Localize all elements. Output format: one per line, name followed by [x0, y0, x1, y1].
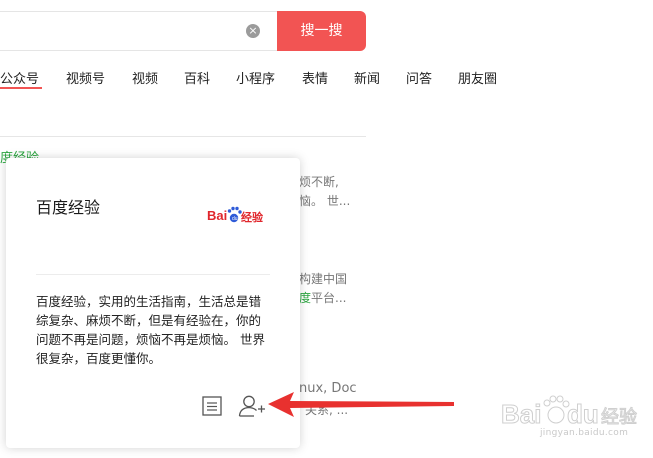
tab-encyclopedia[interactable]: 百科 [184, 68, 210, 87]
snippet-text: 平台... [311, 291, 347, 305]
baidu-jingyan-logo: Bai du 经验 [207, 206, 264, 224]
highlight-term: 度 [299, 291, 312, 305]
result-snippet: 恼。 世... [299, 194, 351, 208]
account-profile-card: 百度经验 Bai du 经验 百度经验，实用的生活指南，生活总是错综复杂、麻烦不… [6, 158, 300, 448]
tab-mini-programs[interactable]: 小程序 [236, 68, 275, 87]
result-snippet: 构建中国 [299, 272, 348, 286]
search-button[interactable]: 搜一搜 [277, 11, 366, 51]
clear-search-icon[interactable]: × [246, 24, 260, 38]
svg-text:经验: 经验 [601, 407, 637, 428]
tab-qa[interactable]: 问答 [406, 68, 432, 87]
account-description: 百度经验，实用的生活指南，生活总是错综复杂、麻烦不断，但是有经验在，你的问题不再… [36, 294, 265, 366]
tab-channels[interactable]: 视频号 [66, 68, 105, 87]
result-snippet: 度平台... [299, 289, 346, 306]
svg-text:Bai: Bai [207, 208, 227, 223]
svg-text:du: du [567, 399, 599, 429]
svg-text:Bai: Bai [501, 399, 541, 429]
article-list-icon[interactable] [202, 396, 222, 416]
tab-stickers[interactable]: 表情 [302, 68, 328, 87]
tab-videos[interactable]: 视频 [132, 68, 158, 87]
svg-text:经验: 经验 [241, 210, 264, 224]
add-user-icon[interactable] [238, 394, 266, 418]
result-snippet: 烦不断, [299, 175, 339, 189]
annotation-arrow-icon [268, 392, 454, 417]
active-tab-indicator [0, 87, 42, 89]
search-input[interactable] [0, 11, 278, 51]
watermark-url: jingyan.baidu.com [540, 428, 629, 438]
tab-official-accounts[interactable]: 公众号 [0, 68, 39, 87]
svg-text:du: du [232, 216, 238, 222]
card-divider [36, 274, 270, 275]
account-name[interactable]: 百度经验 [36, 194, 100, 218]
tab-news[interactable]: 新闻 [354, 68, 380, 87]
tab-moments[interactable]: 朋友圈 [458, 68, 497, 87]
divider [0, 136, 366, 137]
